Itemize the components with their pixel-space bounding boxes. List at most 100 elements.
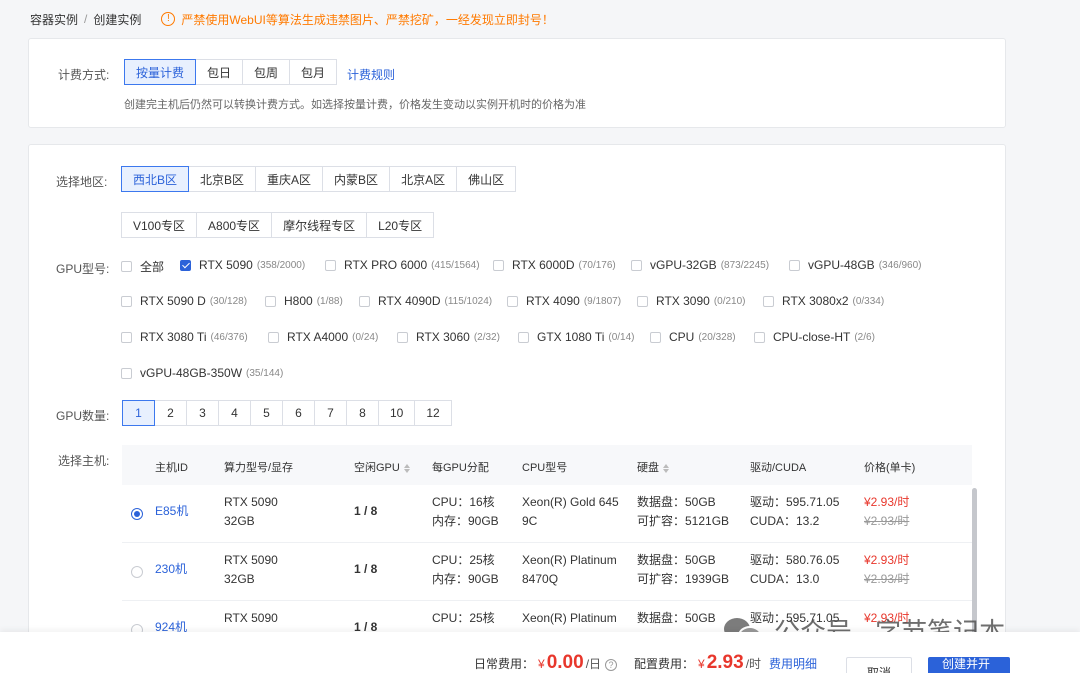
table-row[interactable]: E85机 RTX 5090 32GB 1 / 8 CPU：16核 内存：90GB Xeon(… <box>122 485 972 543</box>
gpu-count-option-2[interactable]: 2 <box>154 400 187 426</box>
sort-icon[interactable] <box>404 461 410 476</box>
region-option-4[interactable]: 北京A区 <box>389 166 458 192</box>
checkbox-icon[interactable] <box>121 331 132 343</box>
cell-driver: 驱动：580.76.05 <box>750 553 840 567</box>
region-option-0[interactable]: 西北B区 <box>121 166 190 192</box>
gpu-type-option[interactable]: RTX 4090D (115/1024) <box>359 294 492 308</box>
checkbox-checked-icon[interactable] <box>180 259 191 271</box>
gpu-type-option[interactable]: vGPU-48GB (346/960) <box>789 258 922 272</box>
warning-text: 严禁使用WebUI等算法生成违禁图片、严禁挖矿，一经发现立即封号！ <box>181 12 554 27</box>
gpu-type-option[interactable]: 全部 <box>121 258 168 275</box>
gpu-count-option-8[interactable]: 8 <box>346 400 379 426</box>
cost-detail-link[interactable]: 费用明细 <box>769 655 817 672</box>
region-option-5[interactable]: 佛山区 <box>456 166 517 192</box>
question-circle-icon[interactable]: ? <box>605 659 618 671</box>
radio-selected-icon[interactable] <box>131 508 143 520</box>
region-option-3[interactable]: 内蒙B区 <box>322 166 391 192</box>
cell-price-original: ¥2.93/时 <box>864 514 910 528</box>
daily-cost-label: 日常费用： <box>474 657 535 671</box>
checkbox-icon[interactable] <box>650 331 661 343</box>
gpu-type-option[interactable]: H800 (1/88) <box>265 294 343 308</box>
gpu-type-name: RTX 3090 <box>656 294 710 308</box>
gpu-type-option[interactable]: RTX PRO 6000 (415/1564) <box>325 258 480 272</box>
gpu-type-count: (2/32) <box>473 331 500 343</box>
cancel-button[interactable]: 取消 <box>846 657 912 673</box>
checkbox-icon[interactable] <box>763 295 774 307</box>
gpu-type-option[interactable]: CPU-close-HT (2/6) <box>754 330 875 344</box>
cell-host-id[interactable]: 230机 <box>155 560 187 579</box>
checkbox-icon[interactable] <box>325 259 336 271</box>
sort-icon[interactable] <box>663 461 669 476</box>
billing-option-pay-as-you-go[interactable]: 按量计费 <box>124 59 197 85</box>
gpu-type-option[interactable]: GTX 1080 Ti (0/14) <box>518 330 635 344</box>
gpu-type-option[interactable]: RTX 6000D (70/176) <box>493 258 616 272</box>
cell-free-gpu: 1 / 8 <box>354 504 378 518</box>
checkbox-icon[interactable] <box>121 261 132 272</box>
cell-price-original: ¥2.93/时 <box>864 572 910 586</box>
cell-model: RTX 5090 <box>224 611 278 625</box>
region-label: 选择地区: <box>56 175 108 189</box>
radio-icon[interactable] <box>131 566 143 578</box>
checkbox-icon[interactable] <box>507 295 518 307</box>
checkbox-icon[interactable] <box>268 331 279 343</box>
region-option-zone-0[interactable]: V100专区 <box>121 212 198 238</box>
create-and-start-button[interactable]: 创建并开机 <box>928 657 1010 673</box>
gpu-type-option[interactable]: RTX 4090 (9/1807) <box>507 294 621 308</box>
gpu-type-option[interactable]: RTX 5090 D (30/128) <box>121 294 247 308</box>
cell-cpu-model-suffix: 8470Q <box>522 572 559 586</box>
gpu-type-option[interactable]: CPU (20/328) <box>650 330 736 344</box>
gpu-type-name: vGPU-48GB-350W <box>140 366 243 380</box>
checkbox-icon[interactable] <box>121 367 132 379</box>
checkbox-icon[interactable] <box>789 259 800 271</box>
gpu-count-option-5[interactable]: 5 <box>250 400 283 426</box>
table-header: 主机ID 算力型号/显存 空闲GPU 每GPU分配 CPU型号 硬盘 驱动/CU… <box>122 445 972 485</box>
billing-option-weekly[interactable]: 包周 <box>242 59 291 85</box>
gpu-type-count: (20/328) <box>698 331 736 343</box>
checkbox-icon[interactable] <box>359 295 370 307</box>
gpu-type-option[interactable]: RTX 3060 (2/32) <box>397 330 500 344</box>
cell-host-id[interactable]: E85机 <box>155 502 188 521</box>
gpu-count-option-10[interactable]: 10 <box>378 400 416 426</box>
cell-cpu-alloc: CPU：25核 <box>432 553 495 567</box>
col-disk[interactable]: 硬盘 <box>637 459 669 476</box>
region-option-1[interactable]: 北京B区 <box>188 166 257 192</box>
checkbox-icon[interactable] <box>121 295 132 307</box>
gpu-count-option-12[interactable]: 12 <box>414 400 452 426</box>
checkbox-icon[interactable] <box>754 331 765 343</box>
checkbox-icon[interactable] <box>637 295 648 307</box>
gpu-type-option[interactable]: vGPU-32GB (873/2245) <box>631 258 769 272</box>
gpu-count-option-7[interactable]: 7 <box>314 400 347 426</box>
checkbox-icon[interactable] <box>518 331 529 343</box>
daily-cost-currency: ¥ <box>538 657 545 671</box>
checkbox-icon[interactable] <box>265 295 276 307</box>
gpu-type-option[interactable]: RTX 5090 (358/2000) <box>180 258 305 272</box>
gpu-type-option[interactable]: RTX 3090 (0/210) <box>637 294 746 308</box>
gpu-count-option-1[interactable]: 1 <box>122 400 155 426</box>
gpu-type-count: (0/334) <box>852 295 885 307</box>
gpu-type-count: (346/960) <box>878 259 922 271</box>
gpu-count-option-3[interactable]: 3 <box>186 400 219 426</box>
checkbox-icon[interactable] <box>631 259 642 271</box>
cell-expandable-disk: 可扩容：1939GB <box>637 572 730 586</box>
billing-rules-link[interactable]: 计费规则 <box>347 66 395 83</box>
gpu-type-option[interactable]: RTX 3080 Ti (46/376) <box>121 330 248 344</box>
checkbox-icon[interactable] <box>493 259 504 271</box>
billing-option-daily[interactable]: 包日 <box>195 59 244 85</box>
gpu-type-option[interactable]: RTX A4000 (0/24) <box>268 330 378 344</box>
table-row[interactable]: 230机 RTX 5090 32GB 1 / 8 CPU：25核 内存：90GB Xeon(… <box>122 543 972 601</box>
cell-free-gpu: 1 / 8 <box>354 562 378 576</box>
col-free-gpu[interactable]: 空闲GPU <box>354 459 410 476</box>
gpu-count-option-6[interactable]: 6 <box>282 400 315 426</box>
gpu-type-label: GPU型号: <box>56 262 110 276</box>
region-option-zone-2[interactable]: 摩尔线程专区 <box>271 212 368 238</box>
breadcrumb-parent[interactable]: 容器实例 <box>30 11 78 28</box>
region-option-2[interactable]: 重庆A区 <box>255 166 324 192</box>
region-option-zone-1[interactable]: A800专区 <box>196 212 273 238</box>
gpu-type-option[interactable]: vGPU-48GB-350W (35/144) <box>121 366 283 380</box>
checkbox-icon[interactable] <box>397 331 408 343</box>
region-option-zone-3[interactable]: L20专区 <box>366 212 435 238</box>
gpu-type-option[interactable]: RTX 3080x2 (0/334) <box>763 294 884 308</box>
gpu-count-option-4[interactable]: 4 <box>218 400 251 426</box>
top-bar: 容器实例 / 创建实例 ! 严禁使用WebUI等算法生成违禁图片、严禁挖矿，一经… <box>30 10 554 28</box>
billing-option-monthly[interactable]: 包月 <box>289 59 338 85</box>
